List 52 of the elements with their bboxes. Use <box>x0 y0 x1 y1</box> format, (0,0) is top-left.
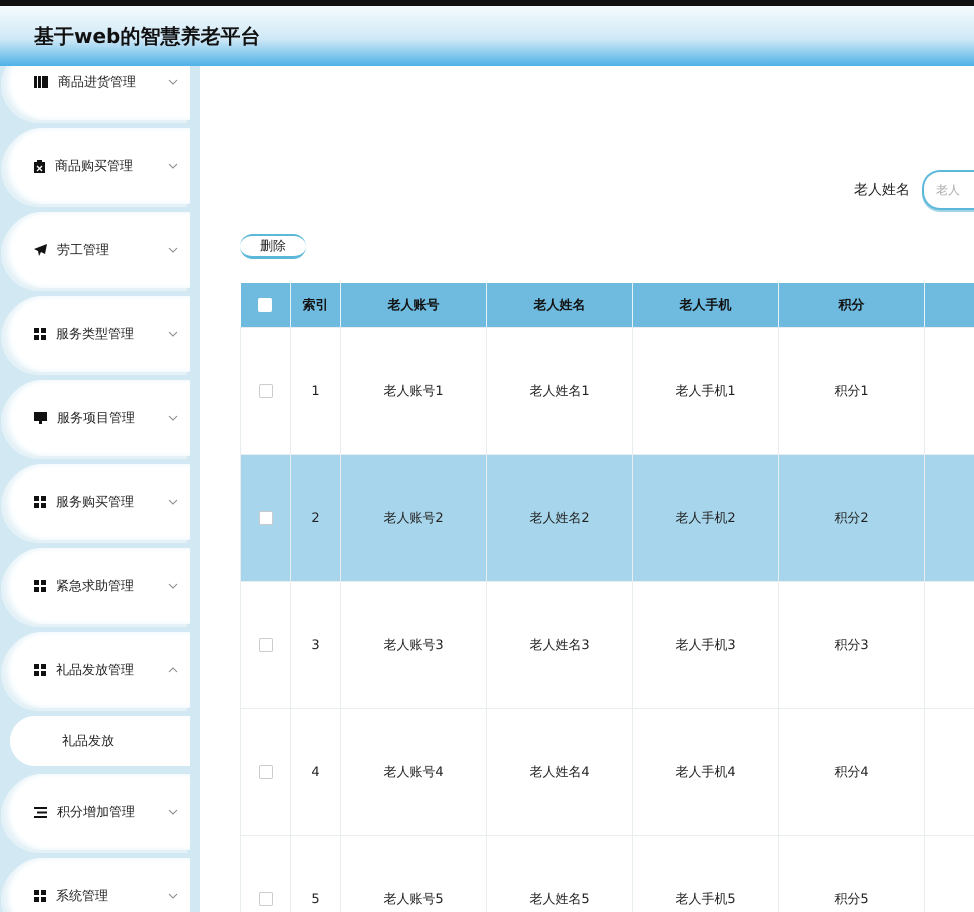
chevron-icon <box>168 893 178 899</box>
menu-item[interactable]: 服务类型管理 <box>4 296 190 372</box>
column-header: 老人账号 <box>340 283 486 328</box>
table-cell: 1 <box>290 328 340 454</box>
search-field[interactable]: 老人 <box>922 170 974 210</box>
row-checkbox[interactable] <box>258 892 272 906</box>
grid-icon <box>34 580 46 592</box>
search-label: 老人姓名 <box>854 181 910 199</box>
chevron-icon <box>168 415 178 421</box>
row-checkbox[interactable] <box>258 384 272 398</box>
list-icon <box>34 806 47 818</box>
chevron-icon <box>168 667 178 673</box>
grid-icon <box>34 496 46 508</box>
clipboard-icon <box>34 160 45 172</box>
grid-icon <box>34 328 46 340</box>
grid-icon <box>34 890 46 902</box>
monitor-icon <box>34 412 47 424</box>
row-checkbox[interactable] <box>258 638 272 652</box>
menu-item[interactable]: 商品进货管理 <box>4 66 190 120</box>
chevron-icon <box>168 247 178 253</box>
chevron-icon <box>168 163 178 169</box>
menu-item[interactable]: 劳工管理 <box>4 212 190 288</box>
chevron-icon <box>168 331 178 337</box>
delete-button[interactable]: 删除 <box>240 234 306 259</box>
chevron-icon <box>168 583 178 589</box>
column-header: 索引 <box>290 283 340 328</box>
table-row[interactable]: 2 老人账号2 老人姓名2 老人手机2 积分2 <box>240 454 974 582</box>
menu-item[interactable]: 紧急求助管理 <box>4 548 190 624</box>
menu-item[interactable]: 系统管理 <box>4 858 190 912</box>
books-icon <box>34 76 48 88</box>
table-row[interactable]: 5 老人账号5 老人姓名5 老人手机5 积分5 <box>240 836 974 912</box>
table-row[interactable]: 3 老人账号3 老人姓名3 老人手机3 积分3 <box>240 582 974 708</box>
column-header: 积分 <box>778 283 924 328</box>
paper-plane-icon <box>34 244 47 256</box>
select-all-checkbox[interactable] <box>258 298 272 312</box>
row-checkbox[interactable] <box>258 510 272 525</box>
table-row[interactable]: 4 老人账号4 老人姓名4 老人手机4 积分4 <box>240 708 974 836</box>
chevron-icon <box>168 809 178 815</box>
grid-icon <box>34 664 46 676</box>
row-checkbox[interactable] <box>258 764 272 779</box>
menu-item[interactable]: 礼品发放管理 <box>4 632 190 708</box>
submenu-item[interactable]: 礼品发放 <box>10 716 190 766</box>
menu-item[interactable]: 服务购买管理 <box>4 464 190 540</box>
column-header: 老人手机 <box>632 283 778 328</box>
column-header: 老人姓名 <box>486 283 632 328</box>
chevron-icon <box>168 499 178 505</box>
chevron-icon <box>168 79 178 85</box>
menu-item[interactable]: 积分增加管理 <box>4 774 190 850</box>
menu-item[interactable]: 商品购买管理 <box>4 128 190 204</box>
table-row[interactable]: 1 老人账号1 老人姓名1 老人手机1 积分1 <box>240 328 974 454</box>
app-title: 基于web的智慧养老平台 <box>34 22 260 50</box>
menu-item[interactable]: 服务项目管理 <box>4 380 190 456</box>
